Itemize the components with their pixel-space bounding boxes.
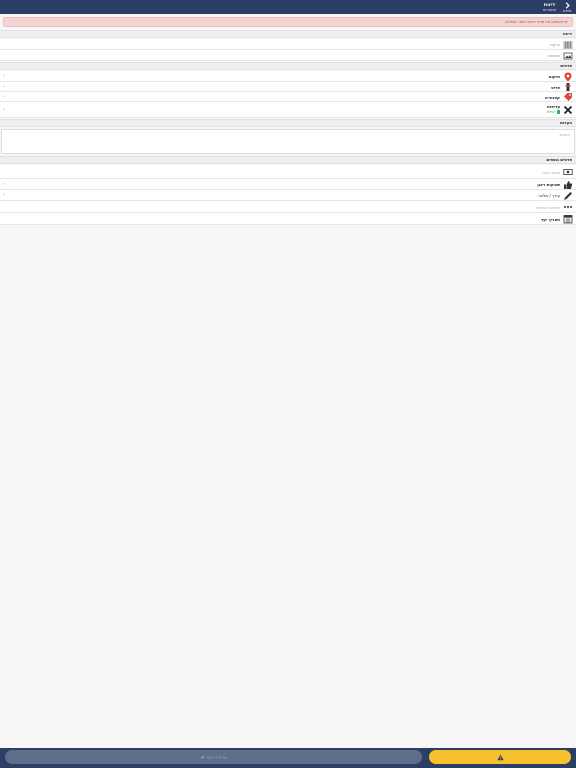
category-label: קטגוריה (544, 94, 560, 100)
location-row[interactable]: מיקום ‹ (0, 71, 576, 82)
satisfaction-row[interactable]: שביעות רצון ‹ (0, 179, 576, 190)
pencil-icon (563, 191, 573, 201)
calendar-icon (563, 214, 573, 224)
date-row[interactable]: תאריך יעד (0, 213, 576, 225)
section-header-notes: הערות (0, 119, 576, 127)
item-row[interactable]: פריט ‹ (0, 82, 576, 92)
status-check-icon (556, 110, 560, 114)
top-bar: חזרה דיווח קטגוריות (0, 0, 576, 14)
priority-row[interactable]: עדיפות רגילה ‹ (0, 102, 576, 118)
images-row[interactable]: תמונות (0, 50, 576, 61)
ellipsis-icon (563, 202, 573, 212)
barcode-label: ברקוד (549, 42, 560, 47)
send-report-button[interactable]: שליחת דיווח (5, 750, 422, 764)
editor-row[interactable]: עורך / מלווה ‹ (0, 190, 576, 201)
report-screen: חזרה דיווח קטגוריות יש להשלים את פרטי הד… (0, 0, 576, 768)
more-details-row[interactable]: פרטים נוספים (0, 201, 576, 213)
warning-button[interactable] (429, 750, 571, 764)
map-pin-icon (563, 72, 573, 82)
money-icon (563, 167, 573, 177)
validation-alert: יש להשלים את פרטי הדיווח לפני השליחה (3, 17, 573, 27)
priority-status: רגילה (547, 110, 560, 114)
barcode-row[interactable]: ברקוד (0, 39, 576, 50)
editor-label: עורך / מלווה (538, 193, 560, 198)
thumbs-up-icon (563, 180, 573, 190)
priority-label: עדיפות (547, 104, 560, 109)
section-header-extra: פרטים נוספים (0, 156, 576, 164)
chevron-left-icon: ‹ (3, 93, 5, 100)
back-button[interactable]: חזרה (561, 0, 573, 14)
item-label: פריט (551, 84, 560, 90)
location-label: מיקום (548, 74, 560, 79)
item-icon (563, 82, 573, 92)
amount-row[interactable]: סכום כספי (0, 165, 576, 179)
more-details-input[interactable]: פרטים נוספים (536, 205, 560, 210)
images-label: תמונות (548, 53, 560, 58)
chevron-left-icon: ‹ (3, 83, 5, 90)
tag-icon (563, 92, 573, 102)
category-row[interactable]: קטגוריה ‹ (0, 92, 576, 102)
page-subtitle: קטגוריות (542, 8, 556, 12)
chevron-left-icon: ‹ (3, 192, 5, 198)
chevron-left-icon: ‹ (3, 181, 5, 187)
chevron-left-icon: ‹ (3, 106, 5, 113)
section-header-details: פרטים (0, 62, 576, 70)
priority-status-text: רגילה (546, 110, 556, 114)
amount-input[interactable]: סכום כספי (542, 170, 560, 175)
send-label: שליחת דיווח (206, 754, 228, 760)
section-header-report: דיווח (0, 30, 576, 38)
back-label: חזרה (562, 7, 572, 13)
bottom-bar: שליחת דיווח (0, 748, 576, 768)
warning-icon (496, 754, 504, 760)
send-icon (200, 755, 205, 759)
chevron-left-icon: ‹ (3, 73, 5, 79)
notes-textarea[interactable]: הערות (1, 129, 575, 154)
satisfaction-label: שביעות רצון (537, 182, 560, 187)
image-icon (563, 51, 573, 61)
tools-icon (563, 105, 573, 115)
header-titles: דיווח קטגוריות (543, 2, 556, 12)
barcode-icon (563, 40, 573, 50)
date-label: תאריך יעד (540, 216, 560, 222)
